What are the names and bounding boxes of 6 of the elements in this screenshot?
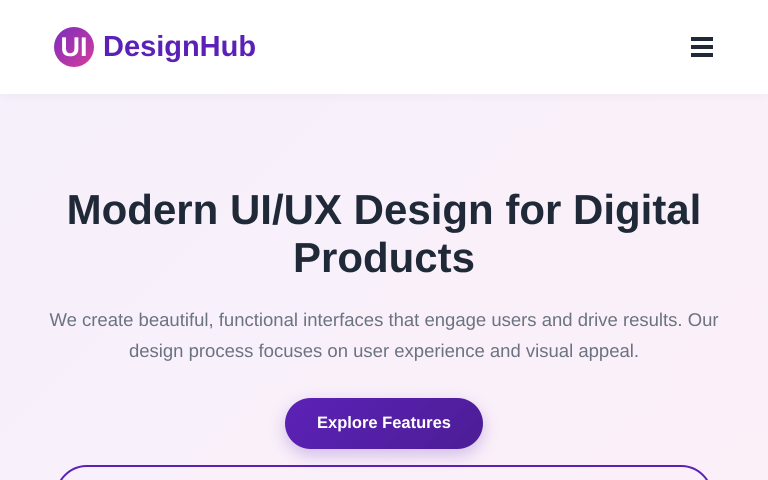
hero-description: We create beautiful, functional interfaces that engage users and drive results. Our design process focuses on user experience and visual appeal. [48,308,720,363]
hero-title: Modern UI/UX Design for Digital Products [66,186,702,282]
explore-features-button[interactable]: Explore Features [285,398,483,449]
logo-mark: UI [54,27,94,67]
brand-name[interactable]: DesignHub [103,30,256,64]
menu-icon[interactable] [691,37,713,57]
